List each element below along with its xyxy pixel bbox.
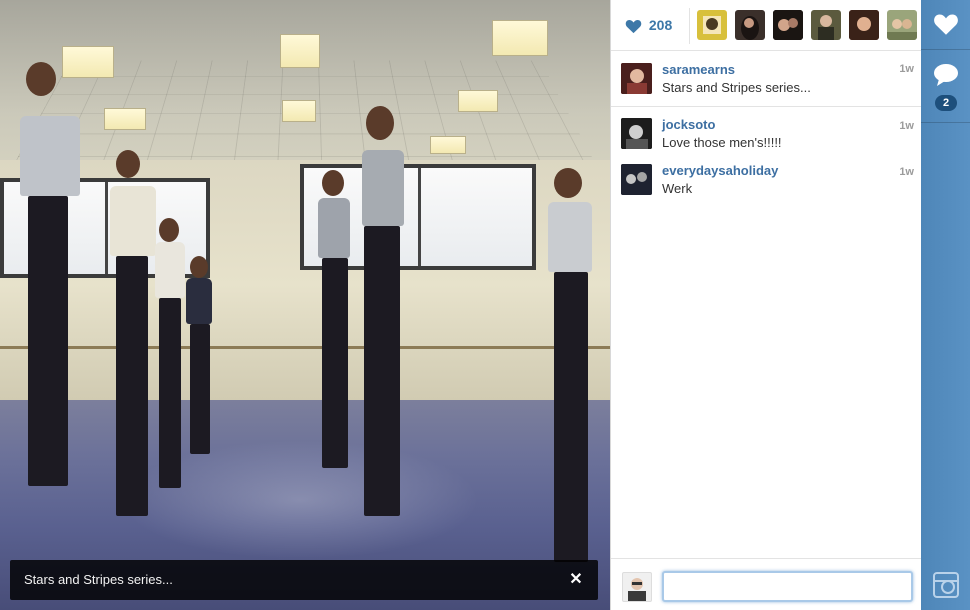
close-icon[interactable]: ✕ [568, 560, 584, 600]
avatar[interactable] [621, 164, 652, 195]
comment-item: jocksoto Love those men's!!!!! 1w [611, 117, 922, 157]
photo-light [492, 20, 548, 56]
avatar[interactable] [621, 118, 652, 149]
photo-light [104, 108, 146, 130]
photo-caption-text: Stars and Stripes series... [24, 572, 173, 587]
photo-light [282, 100, 316, 122]
comment-time: 1w [899, 63, 914, 75]
photo-light [458, 90, 498, 112]
photo-caption-overlay: Stars and Stripes series... ✕ [10, 560, 598, 600]
like-count-value: 208 [648, 17, 673, 33]
comments-panel: 208 saramearns Stars and Stripes series.… [610, 0, 922, 610]
current-user-avatar [622, 572, 652, 602]
comment-username[interactable]: jocksoto [662, 117, 715, 132]
comment-input[interactable] [662, 571, 913, 602]
caption-item: saramearns Stars and Stripes series... 1… [611, 62, 922, 102]
photo-light [430, 136, 466, 154]
post-photo[interactable]: Stars and Stripes series... ✕ [0, 0, 610, 610]
comment-text: Werk [662, 181, 693, 196]
liker-avatar[interactable] [697, 10, 727, 40]
photo-light [280, 34, 320, 68]
comment-item: everydaysaholiday Werk 1w [611, 163, 922, 203]
liker-avatar[interactable] [887, 10, 917, 40]
like-count[interactable]: 208 [625, 0, 672, 51]
comment-text: Stars and Stripes series... [662, 80, 811, 95]
comment-username[interactable]: saramearns [662, 62, 735, 77]
likes-divider [689, 8, 690, 44]
avatar[interactable] [621, 63, 652, 94]
photo-light [62, 46, 114, 78]
liker-avatar[interactable] [811, 10, 841, 40]
action-rail: 2 [921, 0, 970, 610]
liker-avatar[interactable] [735, 10, 765, 40]
comment-username[interactable]: everydaysaholiday [662, 163, 778, 178]
divider [611, 106, 922, 107]
photo-barre [0, 346, 610, 349]
liker-avatar[interactable] [773, 10, 803, 40]
camera-icon[interactable] [933, 572, 959, 598]
comment-time: 1w [899, 120, 914, 132]
speech-bubble-icon [933, 63, 959, 92]
comment-input-row [611, 558, 922, 610]
heart-icon [933, 13, 959, 41]
comment-count-badge: 2 [935, 95, 957, 111]
comment-button[interactable]: 2 [921, 51, 970, 123]
comment-time: 1w [899, 166, 914, 178]
like-button[interactable] [921, 0, 970, 50]
likes-row: 208 [611, 0, 922, 51]
liker-avatar[interactable] [849, 10, 879, 40]
comment-text: Love those men's!!!!! [662, 135, 782, 150]
heart-icon [625, 4, 645, 55]
